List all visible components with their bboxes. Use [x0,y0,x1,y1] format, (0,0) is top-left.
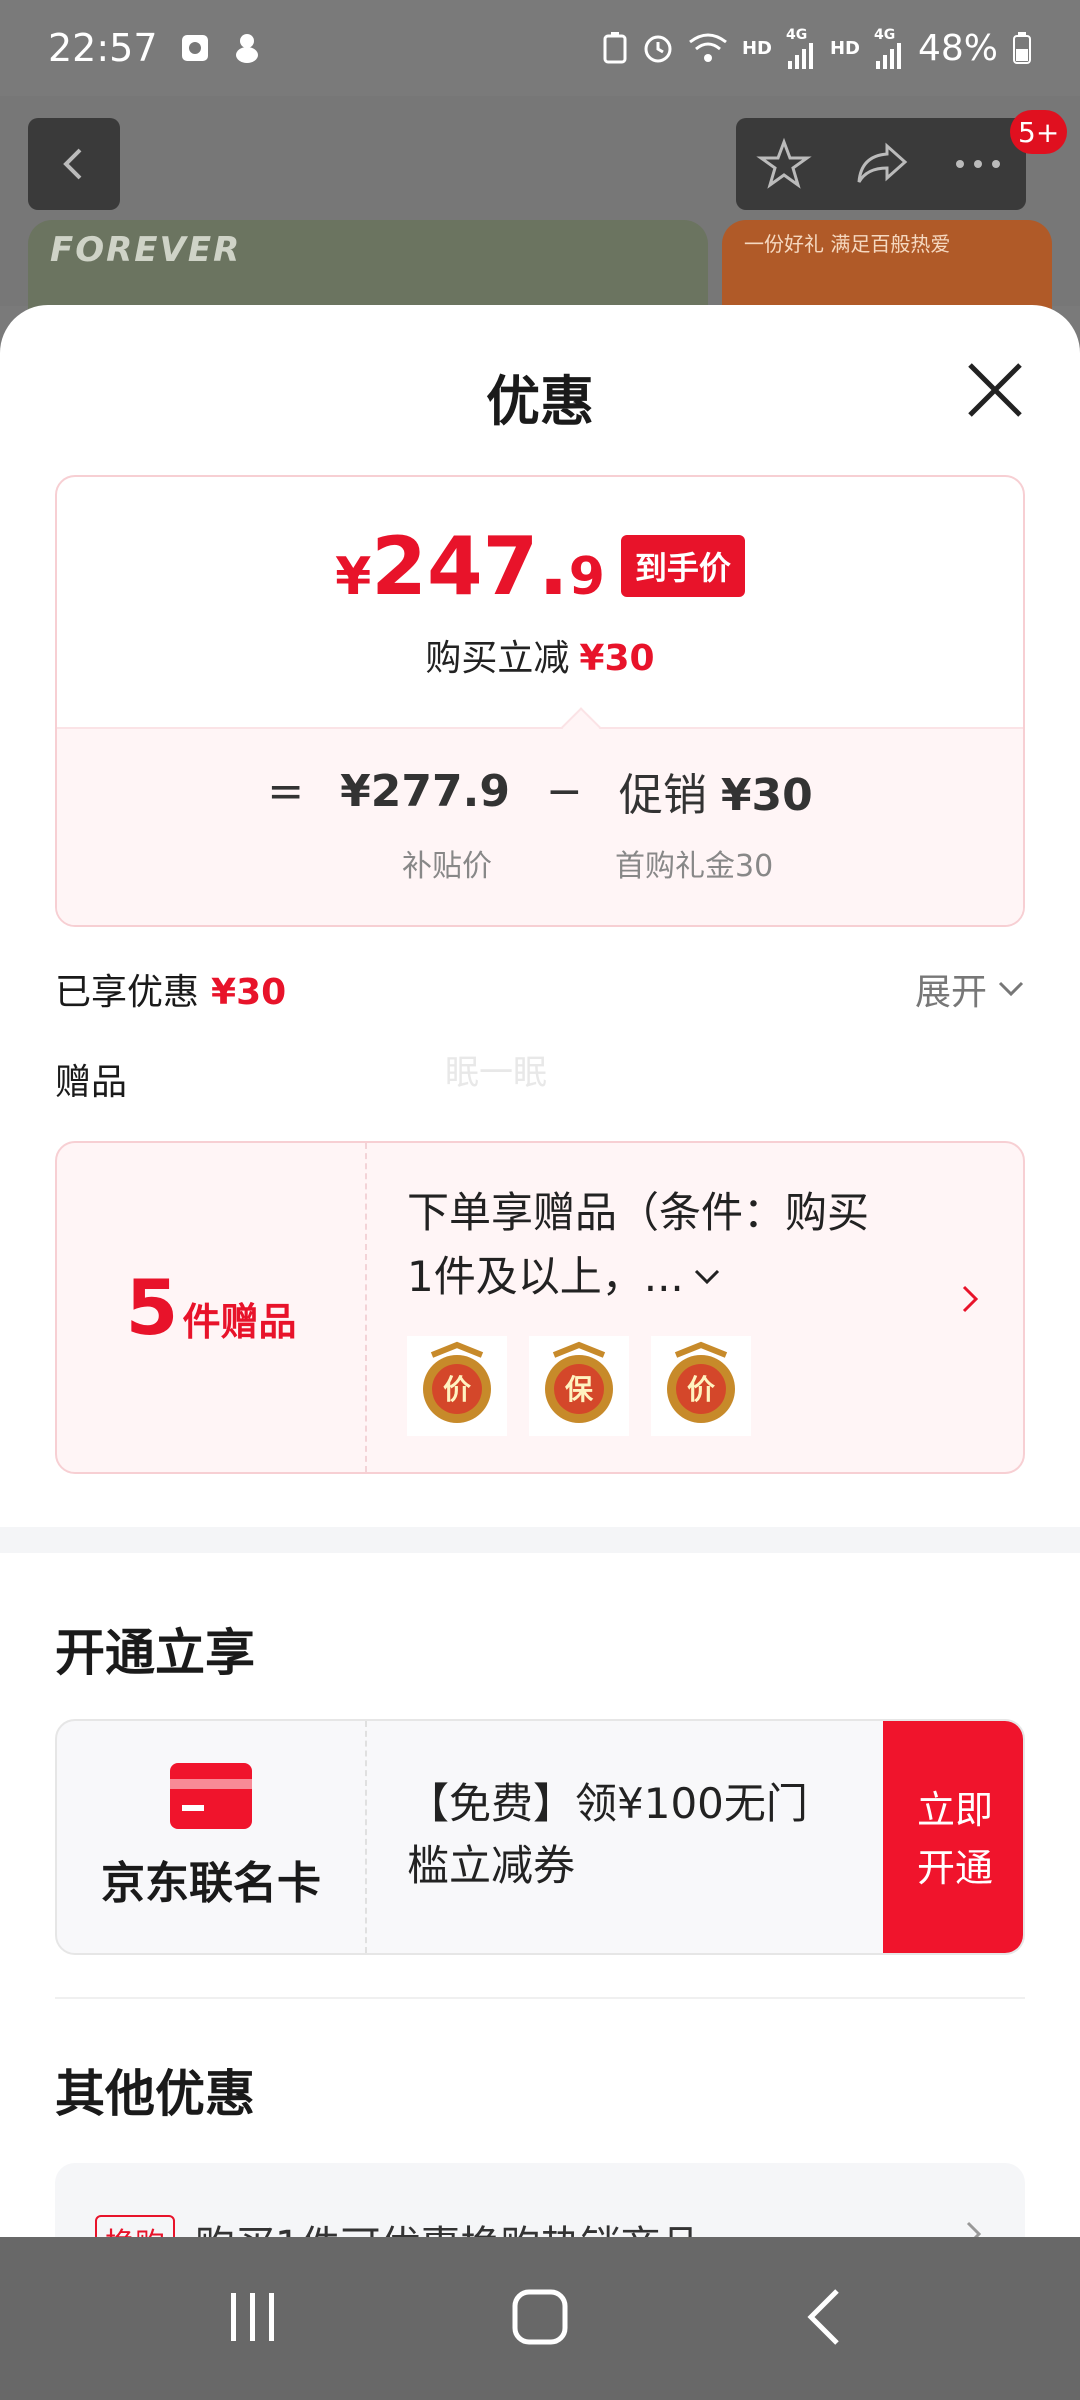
price-card: ¥ 247. 9 到手价 购买立减 ¥30 = ¥277.9 − 促销 ¥30 补… [55,475,1025,927]
back-nav-button[interactable] [797,2287,857,2351]
gift-medal: 保 [529,1336,629,1436]
enjoyed-label: 已享优惠 [55,972,200,1013]
background-page: 5+ FOREVER 一份好礼 满足百般热爱 [0,96,1080,340]
base-price: ¥277.9 [340,765,510,817]
battery-icon [1012,32,1032,64]
gift-description: 下单享赠品（条件：购买 1件及以上，... [407,1188,870,1301]
share-icon[interactable] [853,136,909,192]
clock: 22:57 [48,26,158,70]
chevron-down-icon [998,981,1024,997]
jd-card: 京东联名卡 [57,1721,367,1953]
discount-sheet: 优惠 ¥ 247. 9 到手价 购买立减 ¥30 = ¥277.9 − 促销 ¥… [0,305,1080,2237]
join-description: 【免费】领¥100无门 槛立减券 [407,1779,808,1890]
section-divider [0,1527,1080,1553]
enjoyed-value: ¥30 [211,972,287,1013]
instant-discount: 购买立减 ¥30 [425,638,655,679]
back-icon [807,2288,839,2345]
chevron-right-icon [959,1283,983,1319]
chevron-left-icon [63,148,82,180]
swap-offer-card[interactable]: 换购 购买1件可优惠换购热销商品 [55,2163,1025,2237]
price-summary: ¥ 247. 9 到手价 购买立减 ¥30 [57,477,1023,727]
notification-badge: 5+ [1010,110,1068,154]
activate-now-button[interactable]: 立即 开通 [883,1721,1023,1953]
gift-medal: 价 [407,1336,507,1436]
status-bar: 22:57 HD 4G HD 4G 48% [0,0,1080,96]
hd-label-1: HD [741,37,772,59]
hd-label-2: HD [829,37,860,59]
watermark: 眠一眠 [445,1053,547,1093]
screenshot-icon [180,33,210,63]
banner-text: 一份好礼 满足百般热爱 [744,232,951,256]
swap-tag: 换购 [95,2215,175,2237]
equals-sign: = [267,765,305,817]
recent-apps-icon [231,2292,275,2341]
more-icon[interactable] [950,136,1006,192]
close-icon [968,363,1022,417]
join-section-title: 开通立享 [55,1624,255,1682]
divider [55,1997,1025,1999]
price-formula: = ¥277.9 − 促销 ¥30 [57,759,1023,823]
other-section-title: 其他优惠 [55,2065,255,2123]
banner-brand: FOREVER [50,230,242,270]
swap-offer-text: 购买1件可优惠换购热销商品 [195,2213,700,2237]
signal-icon-1: 4G [786,27,816,69]
home-button[interactable] [510,2287,570,2351]
svg-text:保: 保 [565,1373,594,1406]
alarm-icon [642,32,674,64]
enjoyed-discount-row: 已享优惠 ¥30 展开 [55,963,1025,1015]
home-icon [512,2289,568,2344]
credit-card-icon [170,1763,252,1829]
join-card: 京东联名卡 【免费】领¥100无门 槛立减券 立即 开通 [55,1719,1025,1955]
battery-saver-icon [602,32,628,64]
card-name: 京东联名卡 [101,1858,321,1909]
base-price-label: 补贴价 [402,849,492,884]
expand-toggle[interactable]: 展开 [915,963,1025,1015]
svg-text:价: 价 [443,1373,472,1406]
chevron-right-icon [963,2219,985,2237]
gift-medals: 价 保 价 [407,1336,751,1436]
back-button[interactable] [28,118,120,210]
app-notification-icon [232,32,262,64]
top-actions [736,118,1026,210]
minus-sign: − [545,765,583,817]
gift-section-label: 赠品 [55,1062,128,1103]
star-icon[interactable] [756,136,813,192]
gift-count: 5 件赠品 [57,1143,367,1472]
recent-apps-button[interactable] [223,2287,283,2351]
sheet-title: 优惠 [486,370,594,433]
final-price: ¥ 247. 9 [335,520,605,613]
chevron-down-icon[interactable] [692,1266,722,1288]
wifi-icon [688,32,728,64]
final-price-tag: 到手价 [620,535,745,597]
svg-text:价: 价 [687,1373,716,1406]
close-button[interactable] [960,355,1030,425]
price-breakdown: = ¥277.9 − 促销 ¥30 补贴价 首购礼金30 [57,727,1023,925]
promo: 促销 ¥30 [618,770,813,821]
system-nav-bar [0,2237,1080,2400]
promo-desc-label: 首购礼金30 [615,849,774,884]
gift-card[interactable]: 5 件赠品 下单享赠品（条件：购买 1件及以上，... 价 保 价 [55,1141,1025,1474]
gift-medal: 价 [651,1336,751,1436]
signal-icon-2: 4G [874,27,904,69]
battery-percent: 48% [917,27,998,69]
